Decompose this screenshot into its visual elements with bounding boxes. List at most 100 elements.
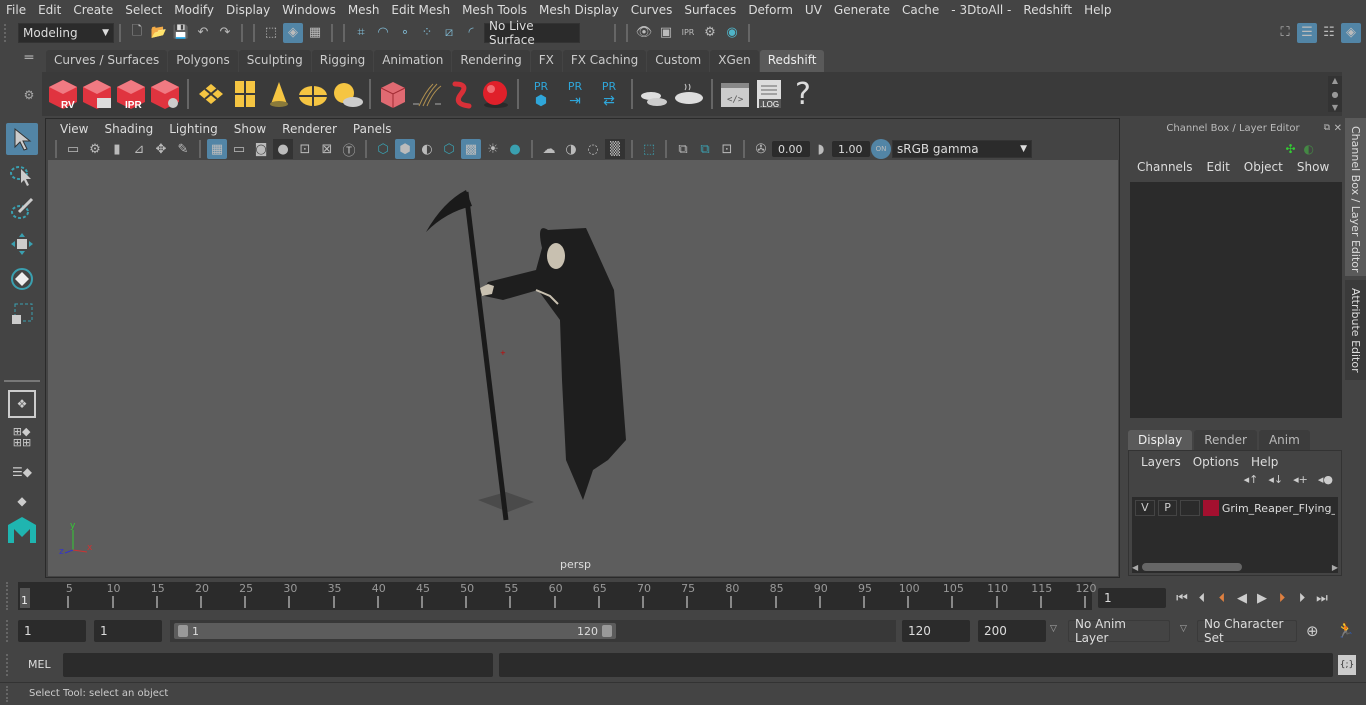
redshift-batch-render-icon[interactable] bbox=[81, 77, 113, 111]
layer-color-swatch[interactable] bbox=[1203, 500, 1219, 516]
menu-file[interactable]: File bbox=[0, 3, 32, 17]
2d-pan-zoom-icon[interactable]: ✥ bbox=[151, 139, 171, 159]
redshift-curve-icon[interactable] bbox=[445, 77, 477, 111]
channel-box-toggle-icon[interactable]: ◈ bbox=[1341, 22, 1361, 43]
new-scene-icon[interactable]: 🗋 bbox=[127, 23, 147, 43]
four-view-layout-icon[interactable]: ⊞◆ ⊞⊞ bbox=[6, 421, 38, 453]
make-live-icon[interactable]: ◜ bbox=[461, 23, 481, 43]
menu-deform[interactable]: Deform bbox=[742, 3, 799, 17]
play-backward-icon[interactable]: ◀ bbox=[1232, 588, 1252, 608]
field-chart-icon[interactable]: ⊡ bbox=[295, 139, 315, 159]
select-component-icon[interactable]: ▦ bbox=[305, 23, 325, 43]
snap-curve-icon[interactable]: ◠ bbox=[373, 23, 393, 43]
shelf-tab-xgen[interactable]: XGen bbox=[710, 50, 759, 72]
wireframe-icon[interactable]: ⬡ bbox=[373, 139, 393, 159]
lasso-tool-icon[interactable] bbox=[6, 158, 38, 190]
attribute-editor-toggle-icon[interactable]: ☰ bbox=[1297, 22, 1317, 43]
rotate-tool-icon[interactable] bbox=[6, 263, 38, 295]
depth-of-field-icon[interactable]: ▒ bbox=[605, 139, 625, 159]
new-layer-selected-icon[interactable]: ◂● bbox=[1318, 473, 1333, 486]
playback-end-field[interactable]: 120 bbox=[902, 620, 970, 642]
snap-point-icon[interactable]: ∘ bbox=[395, 23, 415, 43]
exposure-field[interactable]: 0.00 bbox=[772, 141, 810, 157]
shelf-tab-redshift[interactable]: Redshift bbox=[759, 50, 825, 72]
script-editor-button[interactable]: {;} bbox=[1338, 655, 1356, 675]
proxy-export-icon[interactable]: PR ⇥ bbox=[559, 77, 591, 111]
menu-display[interactable]: Display bbox=[220, 3, 276, 17]
move-layer-up-icon[interactable]: ◂↑ bbox=[1244, 473, 1259, 486]
menu-edit[interactable]: Edit bbox=[32, 3, 67, 17]
redshift-spot-light-icon[interactable] bbox=[263, 77, 295, 111]
layer-menu-options[interactable]: Options bbox=[1187, 455, 1245, 469]
script-editor-icon[interactable]: </> bbox=[719, 77, 751, 111]
redo-icon[interactable]: ↷ bbox=[215, 23, 235, 43]
scale-tool-icon[interactable] bbox=[6, 298, 38, 330]
menu-curves[interactable]: Curves bbox=[625, 3, 679, 17]
gamma-icon[interactable]: ◗ bbox=[811, 139, 831, 159]
step-forward-key-icon[interactable]: ⏵ bbox=[1272, 588, 1292, 608]
snap-view-plane-icon[interactable]: ⁘ bbox=[417, 23, 437, 43]
layer-menu-help[interactable]: Help bbox=[1245, 455, 1284, 469]
safe-title-icon[interactable]: Ⓣ bbox=[339, 139, 359, 159]
modeling-toolkit-icon[interactable]: ⛶ bbox=[1275, 23, 1295, 43]
current-time-marker[interactable]: 1 bbox=[20, 588, 30, 608]
motion-blur-icon[interactable]: ◑ bbox=[561, 139, 581, 159]
color-management-toggle[interactable]: ON bbox=[871, 139, 891, 159]
menu-select[interactable]: Select bbox=[119, 3, 168, 17]
step-back-icon[interactable]: ⏴ bbox=[1192, 588, 1212, 608]
bake-icon[interactable] bbox=[673, 77, 705, 111]
close-panel-icon[interactable]: ✕ bbox=[1334, 123, 1342, 134]
maya-logo-icon[interactable] bbox=[6, 514, 38, 546]
shelf-tab-rendering[interactable]: Rendering bbox=[452, 50, 530, 72]
textured-icon[interactable]: ▩ bbox=[461, 139, 481, 159]
start-time-field[interactable]: 1 bbox=[18, 620, 86, 642]
shelf-scroller[interactable]: ▲ ● ▼ bbox=[1328, 76, 1342, 112]
redshift-sphere-icon[interactable] bbox=[479, 77, 511, 111]
float-panel-icon[interactable]: ⧉ bbox=[1324, 123, 1330, 133]
time-slider[interactable]: 1 5 10 15 20 25 30 35 40 45 50 55 60 65 70 75 80 85 90 95 1… bbox=[18, 582, 1097, 610]
menu-modify[interactable]: Modify bbox=[168, 3, 220, 17]
redshift-render-settings-icon[interactable] bbox=[149, 77, 181, 111]
redshift-area-light-icon[interactable] bbox=[195, 77, 227, 111]
resolution-gate-icon[interactable]: ◙ bbox=[251, 139, 271, 159]
xray-icon[interactable]: ⬡ bbox=[439, 139, 459, 159]
layer-tab-render[interactable]: Render bbox=[1194, 430, 1257, 450]
anim-layer-chevron-icon[interactable]: ▽ bbox=[1050, 624, 1057, 634]
select-hierarchy-icon[interactable]: ⬚ bbox=[261, 23, 281, 43]
viewport-menu-show[interactable]: Show bbox=[226, 122, 274, 136]
anim-layer-dropdown[interactable]: No Anim Layer bbox=[1068, 617, 1170, 645]
hud-icon[interactable]: ⊡ bbox=[717, 139, 737, 159]
render-frame-icon[interactable]: ▣ bbox=[656, 23, 676, 43]
viewport-menu-panels[interactable]: Panels bbox=[345, 122, 400, 136]
film-gate-icon[interactable]: ▭ bbox=[229, 139, 249, 159]
persp-outliner-layout-icon[interactable]: ☰◆ bbox=[6, 456, 38, 488]
image-plane-icon[interactable]: ⊿ bbox=[129, 139, 149, 159]
viewport-menu-lighting[interactable]: Lighting bbox=[161, 122, 226, 136]
redshift-portal-light-icon[interactable] bbox=[229, 77, 261, 111]
proxy-swap-icon[interactable]: PR ⇄ bbox=[593, 77, 625, 111]
channel-menu-object[interactable]: Object bbox=[1237, 160, 1290, 174]
render-view-icon[interactable]: 👁 bbox=[634, 23, 654, 43]
tool-settings-icon[interactable]: ☷ bbox=[1319, 23, 1339, 43]
viewport-menu-shading[interactable]: Shading bbox=[96, 122, 161, 136]
snap-live-icon[interactable]: ⧄ bbox=[439, 23, 459, 43]
menu-mesh[interactable]: Mesh bbox=[342, 3, 386, 17]
save-scene-icon[interactable]: 💾 bbox=[171, 23, 191, 43]
open-scene-icon[interactable]: 📂 bbox=[149, 23, 169, 43]
menu-edit-mesh[interactable]: Edit Mesh bbox=[385, 3, 456, 17]
grip[interactable] bbox=[6, 620, 14, 642]
layer-tab-display[interactable]: Display bbox=[1128, 430, 1193, 450]
speed-icon[interactable]: ◐ bbox=[1304, 142, 1314, 156]
character-set-chevron-icon[interactable]: ▽ bbox=[1180, 624, 1187, 634]
command-input[interactable] bbox=[63, 653, 493, 677]
side-tab-attribute-editor[interactable]: Attribute Editor bbox=[1345, 280, 1366, 380]
redshift-dome-light-icon[interactable] bbox=[297, 77, 329, 111]
wireframe-on-shaded-icon[interactable]: ◐ bbox=[417, 139, 437, 159]
xray-joints-icon[interactable]: ⧉ bbox=[673, 139, 693, 159]
go-to-start-icon[interactable]: ⏮ bbox=[1172, 588, 1192, 608]
layer-row[interactable]: V P Grim_Reaper_Flying_Po bbox=[1132, 497, 1338, 519]
redshift-sun-sky-icon[interactable] bbox=[331, 77, 363, 111]
viewport-menu-renderer[interactable]: Renderer bbox=[274, 122, 345, 136]
side-tab-channel-box[interactable]: Channel Box / Layer Editor bbox=[1345, 118, 1366, 276]
layer-name[interactable]: Grim_Reaper_Flying_Po bbox=[1222, 502, 1335, 515]
